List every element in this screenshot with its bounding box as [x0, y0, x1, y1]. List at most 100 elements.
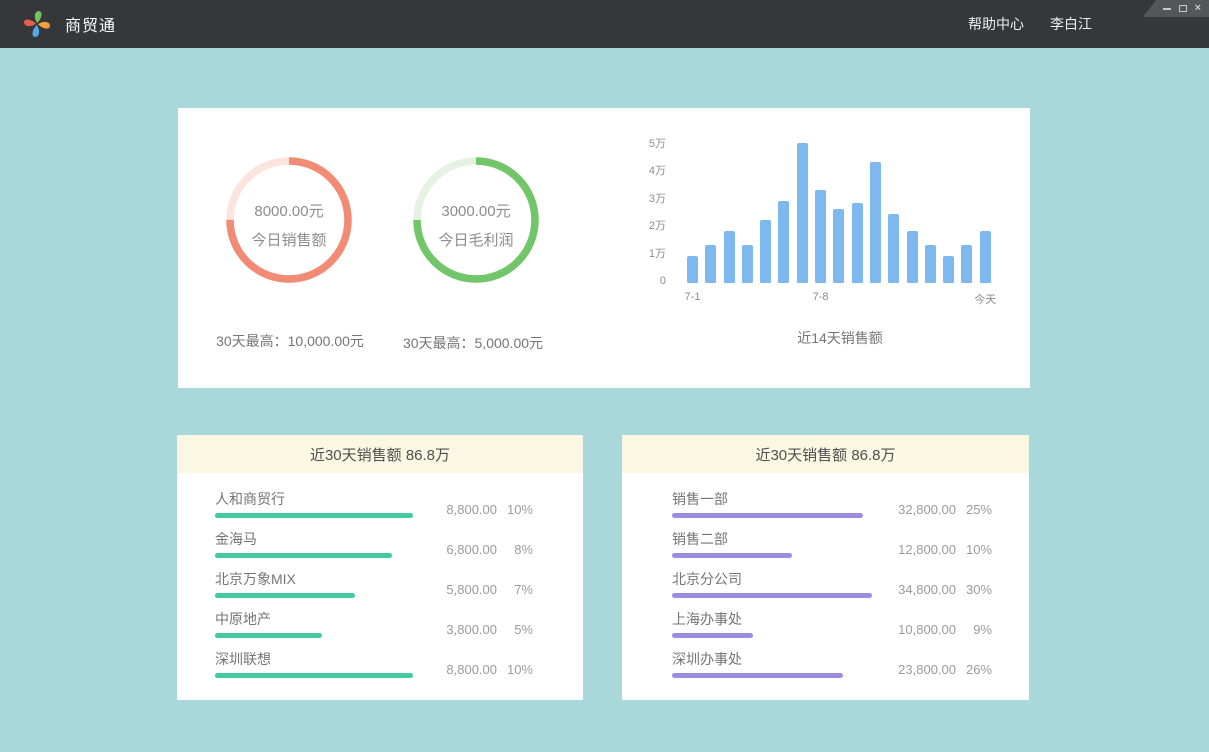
ranking-row-main: 金海马 — [215, 530, 425, 558]
ranking-label: 深圳办事处 — [672, 650, 884, 668]
chart-bar — [888, 214, 899, 283]
ranking-row: 上海办事处10,800.009% — [672, 610, 992, 638]
ranking-row-main: 销售二部 — [672, 530, 884, 558]
window-controls: × — [1143, 0, 1209, 17]
chart-bar — [797, 143, 808, 283]
ranking-row: 北京万象MIX5,800.007% — [215, 570, 533, 598]
ranking-list: 销售一部32,800.0025%销售二部12,800.0010%北京分公司34,… — [622, 473, 1029, 678]
ranking-row: 金海马6,800.008% — [215, 530, 533, 558]
donut-center-text: 3000.00元 今日毛利润 — [413, 157, 539, 283]
today-profit-donut: 3000.00元 今日毛利润 — [413, 157, 539, 283]
chart-bar — [705, 245, 716, 284]
minimize-button[interactable] — [1163, 8, 1171, 10]
ranking-amount: 12,800.00 — [884, 542, 956, 557]
brand: 商贸通 — [0, 9, 116, 39]
ranking-row: 销售二部12,800.0010% — [672, 530, 992, 558]
ranking-progress-bar — [215, 593, 355, 598]
ranking-label: 金海马 — [215, 530, 425, 548]
ranking-values: 8,800.0010% — [425, 502, 533, 518]
maximize-button[interactable] — [1179, 5, 1187, 12]
ranking-label: 北京分公司 — [672, 570, 884, 588]
ranking-card-title: 近30天销售额 86.8万 — [622, 435, 1029, 473]
chart-bar — [852, 203, 863, 283]
chart-bar — [980, 231, 991, 283]
ranking-values: 5,800.007% — [425, 582, 533, 598]
ranking-progress-bar — [672, 633, 753, 638]
chart-bar — [870, 162, 881, 283]
ranking-percent: 26% — [956, 662, 992, 677]
ranking-row-main: 北京万象MIX — [215, 570, 425, 598]
y-axis-tick: 0 — [640, 273, 666, 289]
ranking-amount: 23,800.00 — [884, 662, 956, 677]
user-name-link[interactable]: 李白江 — [1050, 14, 1092, 34]
ranking-row-main: 人和商贸行 — [215, 490, 425, 518]
ranking-row-main: 北京分公司 — [672, 570, 884, 598]
chart-bar — [961, 245, 972, 284]
ranking-progress-bar — [672, 553, 792, 558]
ranking-amount: 10,800.00 — [884, 622, 956, 637]
ranking-amount: 5,800.00 — [425, 582, 497, 597]
overview-card: 8000.00元 今日销售额 30天最高：10,000.00元 3000.00元… — [178, 108, 1030, 388]
chart-bar — [925, 245, 936, 284]
ranking-row-main: 深圳联想 — [215, 650, 425, 678]
y-axis-tick: 2万 — [640, 218, 666, 234]
y-axis-tick: 5万 — [640, 136, 666, 152]
bar-series — [687, 135, 993, 283]
help-center-link[interactable]: 帮助中心 — [968, 14, 1024, 34]
pinwheel-logo-icon — [22, 9, 52, 39]
ranking-values: 23,800.0026% — [884, 662, 992, 678]
ranking-row: 北京分公司34,800.0030% — [672, 570, 992, 598]
app-title: 商贸通 — [65, 12, 116, 36]
ranking-row: 销售一部32,800.0025% — [672, 490, 992, 518]
ranking-row: 深圳联想8,800.0010% — [215, 650, 533, 678]
chart-bar — [687, 256, 698, 284]
ranking-amount: 6,800.00 — [425, 542, 497, 557]
close-button[interactable]: × — [1195, 3, 1201, 14]
ranking-progress-bar — [672, 593, 872, 598]
chart-bar — [760, 220, 771, 283]
titlebar-nav: 帮助中心 李白江 — [968, 14, 1209, 34]
ranking-progress-bar — [215, 553, 392, 558]
customer-sales-ranking-card: 近30天销售额 86.8万 人和商贸行8,800.0010%金海马6,800.0… — [177, 435, 583, 700]
ranking-percent: 9% — [956, 622, 992, 637]
today-sales-caption: 今日销售额 — [251, 229, 326, 250]
ranking-values: 34,800.0030% — [884, 582, 992, 598]
ranking-values: 8,800.0010% — [425, 662, 533, 678]
chart-bar — [833, 209, 844, 283]
ranking-percent: 30% — [956, 582, 992, 597]
ranking-progress-bar — [672, 673, 843, 678]
ranking-values: 32,800.0025% — [884, 502, 992, 518]
chart-bar — [815, 190, 826, 284]
bar-chart-title: 近14天销售额 — [687, 328, 993, 348]
ranking-amount: 3,800.00 — [425, 622, 497, 637]
ranking-percent: 10% — [497, 662, 533, 677]
sales-14d-bar-chart: 近14天销售额 01万2万3万4万5万7-17-8今天 — [640, 135, 1020, 365]
ranking-row: 中原地产3,800.005% — [215, 610, 533, 638]
y-axis-tick: 1万 — [640, 246, 666, 262]
ranking-percent: 5% — [497, 622, 533, 637]
ranking-percent: 10% — [956, 542, 992, 557]
app-window: 商贸通 帮助中心 李白江 × 8000.00元 今日销售额 30天最高：10,0… — [0, 0, 1209, 752]
ranking-progress-bar — [215, 633, 322, 638]
ranking-row: 深圳办事处23,800.0026% — [672, 650, 992, 678]
chart-bar — [778, 201, 789, 284]
today-profit-value: 3000.00元 — [441, 200, 510, 221]
ranking-progress-bar — [672, 513, 863, 518]
ranking-label: 中原地产 — [215, 610, 425, 628]
ranking-amount: 32,800.00 — [884, 502, 956, 517]
ranking-amount: 8,800.00 — [425, 662, 497, 677]
today-sales-donut: 8000.00元 今日销售额 — [226, 157, 352, 283]
today-sales-value: 8000.00元 — [254, 200, 323, 221]
ranking-row-main: 销售一部 — [672, 490, 884, 518]
ranking-values: 12,800.0010% — [884, 542, 992, 558]
today-profit-caption: 今日毛利润 — [438, 229, 513, 250]
ranking-values: 6,800.008% — [425, 542, 533, 558]
ranking-progress-bar — [215, 673, 413, 678]
x-axis-label: 7-1 — [685, 291, 701, 303]
chart-bar — [943, 256, 954, 284]
ranking-label: 北京万象MIX — [215, 570, 425, 588]
ranking-row-main: 上海办事处 — [672, 610, 884, 638]
ranking-progress-bar — [215, 513, 413, 518]
ranking-values: 3,800.005% — [425, 622, 533, 638]
ranking-percent: 10% — [497, 502, 533, 517]
